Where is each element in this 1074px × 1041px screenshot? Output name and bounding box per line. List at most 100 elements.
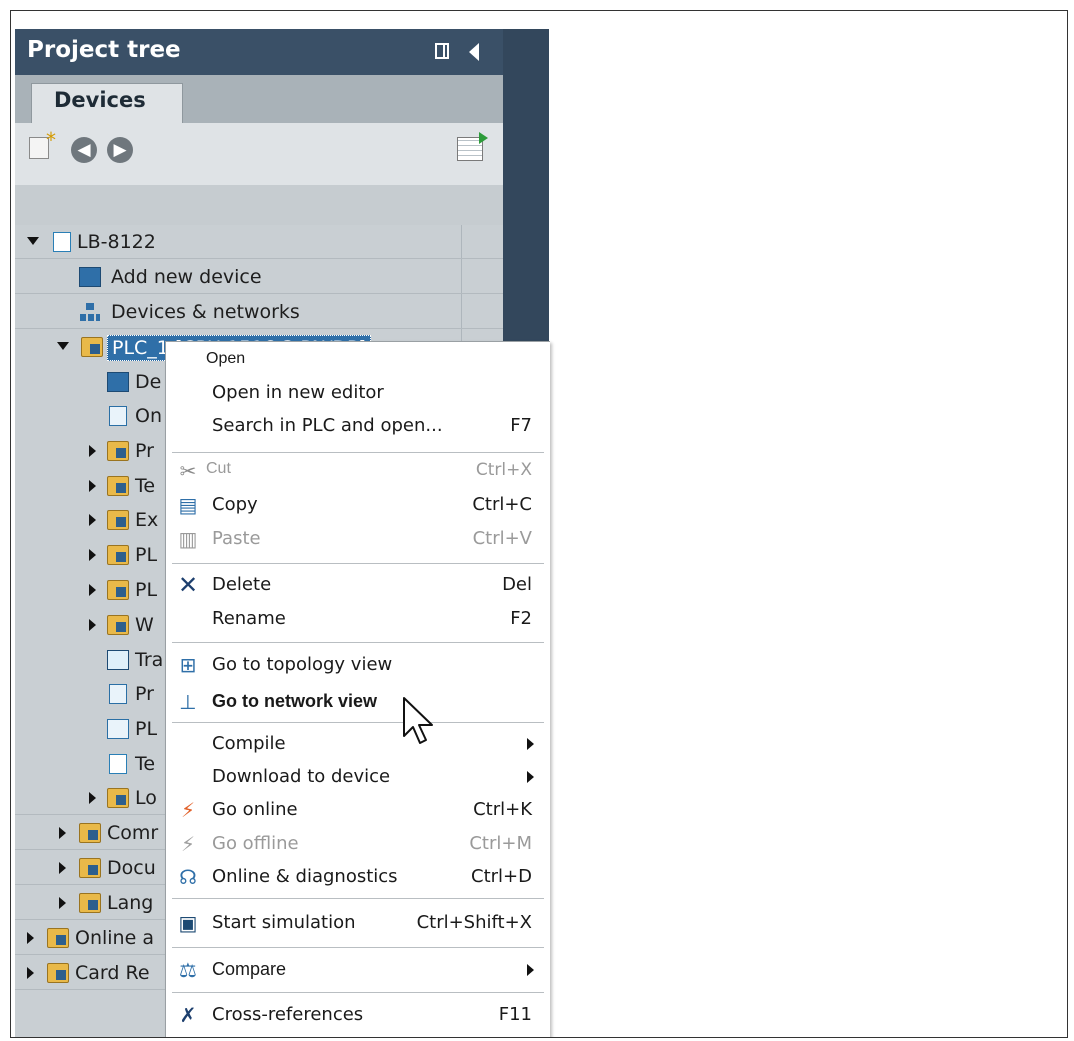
menu-item-network-view[interactable]: ⊥ Go to network view [166, 687, 550, 717]
folder-icon [107, 476, 129, 496]
tree-item-label: Add new device [111, 266, 262, 288]
back-button[interactable]: ◀ [71, 137, 97, 163]
collapsed-arrow-icon[interactable] [59, 827, 66, 839]
menu-item-label: Cut [206, 460, 231, 477]
menu-item-topology-view[interactable]: ⊞ Go to topology view [166, 650, 550, 680]
go-offline-icon: ⚡ [180, 832, 196, 856]
expand-arrow-icon[interactable] [57, 342, 69, 350]
delete-icon: ✕ [177, 571, 199, 599]
menu-item-label: Compare [212, 959, 287, 979]
menu-item-copy[interactable]: ▤ Copy Ctrl+C [166, 490, 550, 520]
collapsed-arrow-icon[interactable] [27, 932, 34, 944]
menu-item-label: Start simulation [212, 912, 356, 933]
add-device-icon [79, 267, 101, 287]
scissors-icon: ✂ [179, 459, 197, 483]
menu-item-shortcut: F11 [498, 1004, 532, 1025]
tree-item-label: Card Re [75, 962, 150, 984]
menu-item-shortcut: Ctrl+Shift+X [416, 912, 532, 933]
overview-icon[interactable] [457, 132, 488, 161]
menu-item-open-new-editor[interactable]: Open in new editor [166, 378, 550, 408]
tree-item-label: PL [135, 718, 158, 740]
menu-item-go-online[interactable]: ⚡ Go online Ctrl+K [166, 795, 550, 825]
menu-item-label: Go to network view [212, 691, 378, 711]
compare-icon: ⚖ [179, 958, 197, 982]
menu-item-label: Delete [212, 574, 272, 595]
tree-item-add-new-device[interactable]: Add new device [15, 260, 503, 294]
tree-item-project[interactable]: LB-8122 [15, 225, 503, 259]
folder-icon [79, 893, 101, 913]
submenu-arrow-icon [527, 964, 534, 976]
tree-item-label: Devices & networks [111, 301, 300, 323]
collapsed-arrow-icon[interactable] [89, 792, 96, 804]
program-info-icon [109, 684, 127, 704]
menu-item-start-simulation[interactable]: ▣ Start simulation Ctrl+Shift+X [166, 908, 550, 938]
tree-item-label: Online a [75, 927, 154, 949]
cross-references-icon: ✗ [179, 1003, 197, 1027]
collapsed-arrow-icon[interactable] [89, 445, 96, 457]
screenshot-frame: Project tree Devices ◀ ▶ LB-8122 Add new… [10, 10, 1068, 1038]
alarm-icon [107, 719, 129, 739]
new-group-icon[interactable] [29, 128, 56, 159]
menu-item-cross-references[interactable]: ✗ Cross-references F11 [166, 1000, 550, 1030]
menu-separator [172, 947, 544, 948]
panel-title: Project tree [27, 37, 181, 63]
tab-devices[interactable]: Devices [31, 83, 183, 123]
collapsed-arrow-icon[interactable] [89, 514, 96, 526]
go-online-icon: ⚡ [180, 798, 196, 822]
menu-item-search-in-plc[interactable]: Search in PLC and open... F7 [166, 411, 550, 441]
menu-item-go-offline[interactable]: ⚡ Go offline Ctrl+M [166, 829, 550, 859]
expand-arrow-icon[interactable] [27, 237, 39, 245]
forward-button[interactable]: ▶ [107, 137, 133, 163]
tree-item-label: Lo [135, 787, 157, 809]
folder-icon [79, 858, 101, 878]
menu-item-delete[interactable]: ✕ Delete Del [166, 570, 550, 600]
collapsed-arrow-icon[interactable] [89, 549, 96, 561]
simulation-icon: ▣ [178, 911, 198, 935]
menu-item-download[interactable]: Download to device [166, 762, 550, 792]
collapsed-arrow-icon[interactable] [59, 862, 66, 874]
menu-item-online-diagnostics[interactable]: ☊ Online & diagnostics Ctrl+D [166, 862, 550, 892]
collapsed-arrow-icon[interactable] [27, 967, 34, 979]
folder-icon [107, 441, 129, 461]
menu-item-compare[interactable]: ⚖ Compare [166, 955, 550, 985]
menu-item-cut[interactable]: ✂ Cut Ctrl+X [166, 456, 550, 486]
tree-item-label: Lang [107, 892, 154, 914]
menu-item-label: Rename [212, 608, 286, 629]
menu-item-shortcut: Ctrl+K [473, 799, 532, 820]
menu-item-label: Go online [212, 799, 298, 820]
mouse-pointer-icon [403, 697, 433, 744]
folder-icon [107, 580, 129, 600]
menu-item-label: Open [206, 350, 246, 367]
tree-item-devices-networks[interactable]: Devices & networks [15, 295, 503, 329]
menu-item-label: Cross-references [212, 1004, 364, 1025]
tree-item-label: Pr [135, 440, 154, 462]
menu-item-shortcut: Del [502, 574, 532, 595]
collapsed-arrow-icon[interactable] [89, 619, 96, 631]
tab-strip: Devices [15, 75, 503, 123]
copy-icon: ▤ [178, 493, 198, 517]
tree-item-label: W [135, 614, 154, 636]
collapse-panel-icon[interactable] [469, 43, 479, 61]
collapsed-arrow-icon[interactable] [89, 480, 96, 492]
menu-separator [172, 722, 544, 723]
trace-icon [107, 650, 129, 670]
menu-item-open[interactable]: Open [166, 346, 550, 376]
folder-icon [107, 788, 129, 808]
menu-item-rename[interactable]: Rename F2 [166, 604, 550, 634]
menu-item-paste[interactable]: ▥ Paste Ctrl+V [166, 524, 550, 554]
tree-item-label: On [135, 405, 162, 427]
menu-item-compile[interactable]: Compile [166, 729, 550, 759]
network-icon [79, 302, 101, 322]
diagnostics-icon: ☊ [179, 865, 197, 889]
paste-icon: ▥ [178, 527, 198, 551]
folder-icon [107, 510, 129, 530]
tree-item-label: Te [135, 475, 156, 497]
context-menu: Open Open in new editor Search in PLC an… [165, 341, 550, 1037]
collapsed-arrow-icon[interactable] [89, 584, 96, 596]
menu-item-label: Compile [212, 733, 286, 754]
collapsed-arrow-icon[interactable] [59, 897, 66, 909]
tree-item-label: Docu [107, 857, 156, 879]
folder-icon [107, 615, 129, 635]
tree-item-label: PL [135, 544, 158, 566]
panel-pin-icon[interactable] [435, 43, 449, 59]
